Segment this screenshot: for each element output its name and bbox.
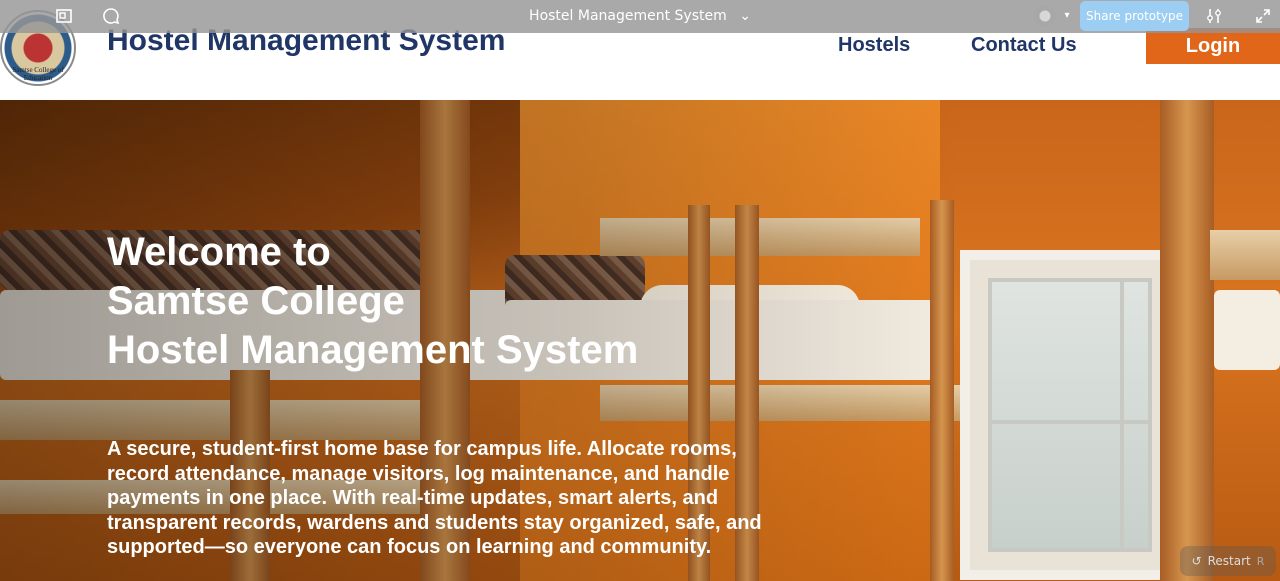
hero-title-line: Hostel Management System — [107, 328, 639, 372]
hero-description: A secure, student-first home base for ca… — [107, 438, 762, 558]
expand-icon[interactable] — [1254, 7, 1272, 25]
nav-contact-us-link[interactable]: Contact Us — [971, 34, 1077, 57]
login-button[interactable]: Login — [1146, 28, 1280, 64]
logo-caption: Samtse College of Education — [12, 66, 64, 82]
restart-button[interactable]: ↺ Restart R — [1180, 546, 1276, 576]
avatar-chevron-down-icon[interactable]: ▾ — [1058, 7, 1076, 25]
prototype-toolbar: Hostel Management System ⌄ ▾ Share proto… — [0, 0, 1280, 33]
hero-title: Welcome to Samtse College Hostel Managem… — [107, 228, 807, 375]
avatar[interactable] — [1034, 5, 1056, 27]
nav-hostels-link[interactable]: Hostels — [838, 34, 910, 57]
settings-sliders-icon[interactable] — [1205, 7, 1223, 25]
hero-title-line: Samtse College — [107, 279, 405, 323]
share-prototype-button[interactable]: Share prototype — [1080, 1, 1189, 31]
chevron-down-icon[interactable]: ⌄ — [739, 8, 751, 24]
restart-icon: ↺ — [1191, 554, 1202, 568]
hero-title-line: Welcome to — [107, 230, 331, 274]
